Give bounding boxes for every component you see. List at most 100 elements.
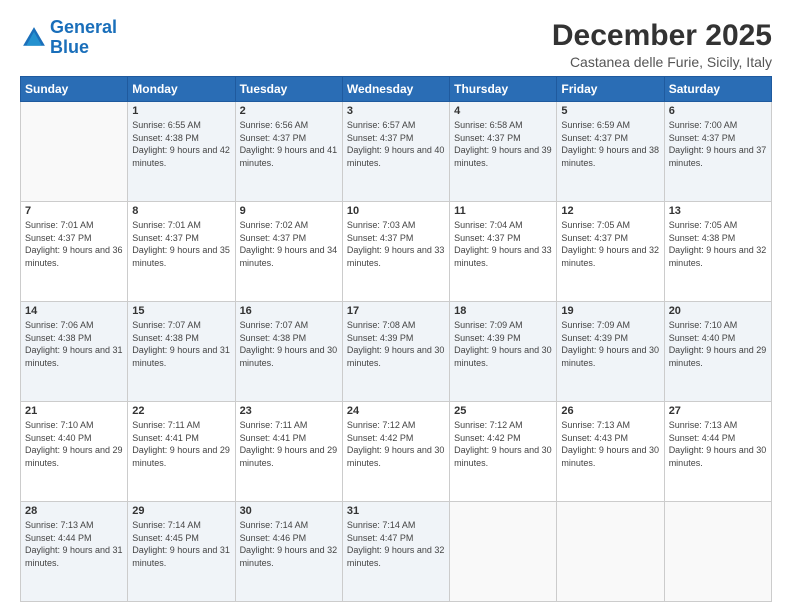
calendar-week-row: 7 Sunrise: 7:01 AMSunset: 4:37 PMDayligh… [21, 202, 772, 302]
day-number: 24 [347, 405, 445, 417]
day-number: 29 [132, 505, 230, 517]
day-number: 22 [132, 405, 230, 417]
calendar-cell: 12 Sunrise: 7:05 AMSunset: 4:37 PMDaylig… [557, 202, 664, 302]
day-number: 13 [669, 205, 767, 217]
day-info: Sunrise: 7:13 AMSunset: 4:44 PMDaylight:… [25, 519, 123, 569]
day-info: Sunrise: 7:13 AMSunset: 4:44 PMDaylight:… [669, 419, 767, 469]
calendar-cell: 9 Sunrise: 7:02 AMSunset: 4:37 PMDayligh… [235, 202, 342, 302]
day-number: 28 [25, 505, 123, 517]
day-info: Sunrise: 7:02 AMSunset: 4:37 PMDaylight:… [240, 219, 338, 269]
day-info: Sunrise: 7:07 AMSunset: 4:38 PMDaylight:… [240, 319, 338, 369]
calendar-week-row: 1 Sunrise: 6:55 AMSunset: 4:38 PMDayligh… [21, 102, 772, 202]
calendar-cell: 27 Sunrise: 7:13 AMSunset: 4:44 PMDaylig… [664, 402, 771, 502]
day-number: 20 [669, 305, 767, 317]
calendar-cell: 31 Sunrise: 7:14 AMSunset: 4:47 PMDaylig… [342, 502, 449, 602]
day-info: Sunrise: 7:12 AMSunset: 4:42 PMDaylight:… [454, 419, 552, 469]
col-wednesday: Wednesday [342, 77, 449, 102]
day-info: Sunrise: 6:58 AMSunset: 4:37 PMDaylight:… [454, 119, 552, 169]
calendar-cell: 25 Sunrise: 7:12 AMSunset: 4:42 PMDaylig… [450, 402, 557, 502]
day-number: 6 [669, 105, 767, 117]
calendar-cell: 26 Sunrise: 7:13 AMSunset: 4:43 PMDaylig… [557, 402, 664, 502]
calendar-cell: 23 Sunrise: 7:11 AMSunset: 4:41 PMDaylig… [235, 402, 342, 502]
col-monday: Monday [128, 77, 235, 102]
title-block: December 2025 Castanea delle Furie, Sici… [552, 18, 772, 70]
day-info: Sunrise: 7:12 AMSunset: 4:42 PMDaylight:… [347, 419, 445, 469]
logo: General Blue [20, 18, 117, 58]
col-friday: Friday [557, 77, 664, 102]
day-info: Sunrise: 7:09 AMSunset: 4:39 PMDaylight:… [561, 319, 659, 369]
day-number: 3 [347, 105, 445, 117]
calendar-cell [664, 502, 771, 602]
calendar-cell: 7 Sunrise: 7:01 AMSunset: 4:37 PMDayligh… [21, 202, 128, 302]
col-tuesday: Tuesday [235, 77, 342, 102]
day-number: 1 [132, 105, 230, 117]
calendar-cell: 10 Sunrise: 7:03 AMSunset: 4:37 PMDaylig… [342, 202, 449, 302]
day-number: 21 [25, 405, 123, 417]
calendar-week-row: 14 Sunrise: 7:06 AMSunset: 4:38 PMDaylig… [21, 302, 772, 402]
calendar-cell: 24 Sunrise: 7:12 AMSunset: 4:42 PMDaylig… [342, 402, 449, 502]
calendar-cell [450, 502, 557, 602]
calendar-cell: 22 Sunrise: 7:11 AMSunset: 4:41 PMDaylig… [128, 402, 235, 502]
day-number: 8 [132, 205, 230, 217]
calendar-cell: 6 Sunrise: 7:00 AMSunset: 4:37 PMDayligh… [664, 102, 771, 202]
day-number: 23 [240, 405, 338, 417]
day-number: 10 [347, 205, 445, 217]
day-number: 18 [454, 305, 552, 317]
day-info: Sunrise: 7:04 AMSunset: 4:37 PMDaylight:… [454, 219, 552, 269]
location-subtitle: Castanea delle Furie, Sicily, Italy [552, 54, 772, 70]
calendar-cell: 13 Sunrise: 7:05 AMSunset: 4:38 PMDaylig… [664, 202, 771, 302]
calendar-cell: 29 Sunrise: 7:14 AMSunset: 4:45 PMDaylig… [128, 502, 235, 602]
logo-text: General Blue [50, 18, 117, 58]
page: General Blue December 2025 Castanea dell… [0, 0, 792, 612]
calendar-cell: 14 Sunrise: 7:06 AMSunset: 4:38 PMDaylig… [21, 302, 128, 402]
day-info: Sunrise: 7:05 AMSunset: 4:38 PMDaylight:… [669, 219, 767, 269]
day-info: Sunrise: 7:05 AMSunset: 4:37 PMDaylight:… [561, 219, 659, 269]
calendar-cell: 8 Sunrise: 7:01 AMSunset: 4:37 PMDayligh… [128, 202, 235, 302]
calendar-week-row: 21 Sunrise: 7:10 AMSunset: 4:40 PMDaylig… [21, 402, 772, 502]
day-info: Sunrise: 6:56 AMSunset: 4:37 PMDaylight:… [240, 119, 338, 169]
calendar-cell: 2 Sunrise: 6:56 AMSunset: 4:37 PMDayligh… [235, 102, 342, 202]
day-number: 19 [561, 305, 659, 317]
day-info: Sunrise: 7:11 AMSunset: 4:41 PMDaylight:… [132, 419, 230, 469]
col-sunday: Sunday [21, 77, 128, 102]
calendar-cell: 18 Sunrise: 7:09 AMSunset: 4:39 PMDaylig… [450, 302, 557, 402]
day-info: Sunrise: 7:01 AMSunset: 4:37 PMDaylight:… [132, 219, 230, 269]
calendar-cell: 16 Sunrise: 7:07 AMSunset: 4:38 PMDaylig… [235, 302, 342, 402]
calendar-cell: 21 Sunrise: 7:10 AMSunset: 4:40 PMDaylig… [21, 402, 128, 502]
day-number: 4 [454, 105, 552, 117]
day-info: Sunrise: 7:09 AMSunset: 4:39 PMDaylight:… [454, 319, 552, 369]
day-number: 26 [561, 405, 659, 417]
day-number: 5 [561, 105, 659, 117]
day-info: Sunrise: 7:00 AMSunset: 4:37 PMDaylight:… [669, 119, 767, 169]
day-info: Sunrise: 7:13 AMSunset: 4:43 PMDaylight:… [561, 419, 659, 469]
day-info: Sunrise: 7:11 AMSunset: 4:41 PMDaylight:… [240, 419, 338, 469]
day-info: Sunrise: 7:14 AMSunset: 4:47 PMDaylight:… [347, 519, 445, 569]
day-info: Sunrise: 7:10 AMSunset: 4:40 PMDaylight:… [25, 419, 123, 469]
day-info: Sunrise: 6:55 AMSunset: 4:38 PMDaylight:… [132, 119, 230, 169]
header: General Blue December 2025 Castanea dell… [20, 18, 772, 70]
month-title: December 2025 [552, 18, 772, 54]
logo-line1: General [50, 17, 117, 37]
day-number: 9 [240, 205, 338, 217]
logo-line2: Blue [50, 37, 89, 57]
day-number: 12 [561, 205, 659, 217]
day-info: Sunrise: 7:08 AMSunset: 4:39 PMDaylight:… [347, 319, 445, 369]
calendar-cell: 3 Sunrise: 6:57 AMSunset: 4:37 PMDayligh… [342, 102, 449, 202]
calendar-cell [21, 102, 128, 202]
day-info: Sunrise: 7:14 AMSunset: 4:46 PMDaylight:… [240, 519, 338, 569]
calendar-header-row: Sunday Monday Tuesday Wednesday Thursday… [21, 77, 772, 102]
calendar-week-row: 28 Sunrise: 7:13 AMSunset: 4:44 PMDaylig… [21, 502, 772, 602]
col-thursday: Thursday [450, 77, 557, 102]
day-number: 15 [132, 305, 230, 317]
day-info: Sunrise: 7:06 AMSunset: 4:38 PMDaylight:… [25, 319, 123, 369]
day-info: Sunrise: 7:03 AMSunset: 4:37 PMDaylight:… [347, 219, 445, 269]
col-saturday: Saturday [664, 77, 771, 102]
calendar-table: Sunday Monday Tuesday Wednesday Thursday… [20, 76, 772, 602]
day-number: 2 [240, 105, 338, 117]
day-number: 7 [25, 205, 123, 217]
day-info: Sunrise: 7:07 AMSunset: 4:38 PMDaylight:… [132, 319, 230, 369]
calendar-cell: 5 Sunrise: 6:59 AMSunset: 4:37 PMDayligh… [557, 102, 664, 202]
day-number: 14 [25, 305, 123, 317]
day-number: 30 [240, 505, 338, 517]
logo-icon [20, 24, 48, 52]
